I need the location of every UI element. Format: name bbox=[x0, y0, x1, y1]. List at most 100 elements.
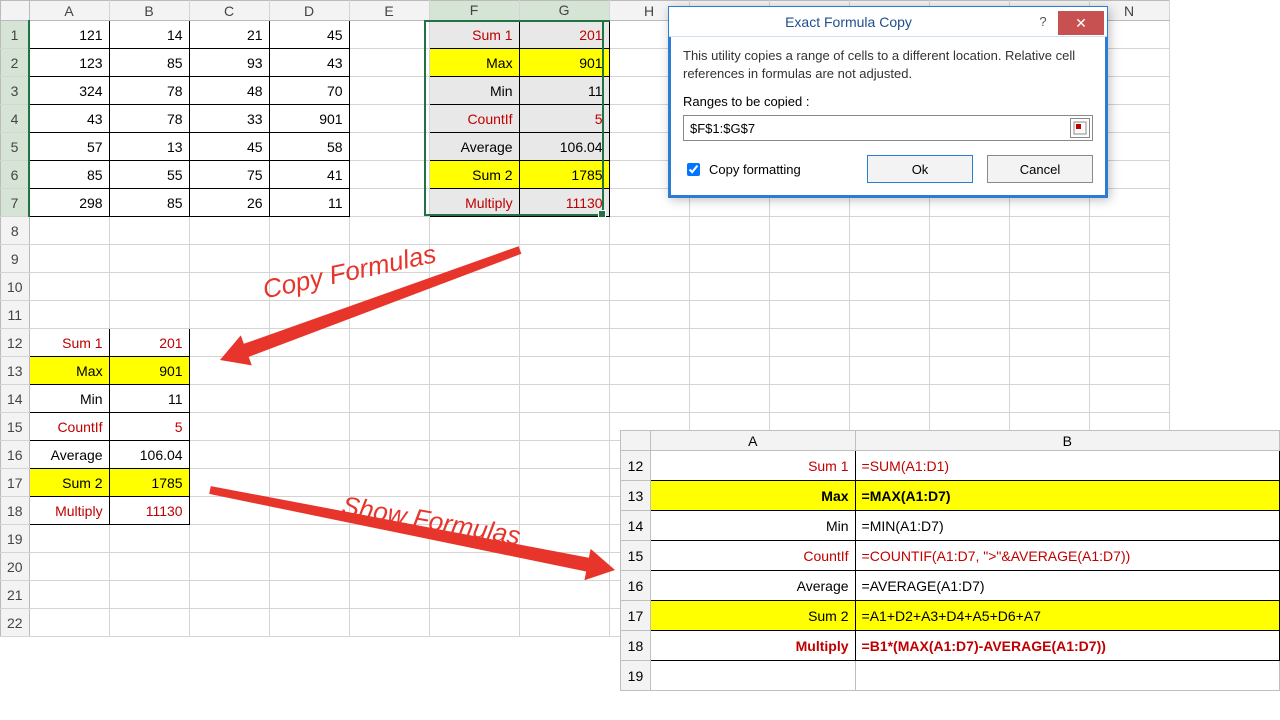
cell[interactable]: Average bbox=[429, 133, 519, 161]
cell[interactable]: 13 bbox=[109, 133, 189, 161]
row-header[interactable]: 6 bbox=[1, 161, 30, 189]
cell[interactable]: 26 bbox=[189, 189, 269, 217]
cell[interactable] bbox=[29, 273, 109, 301]
cell[interactable]: 21 bbox=[189, 21, 269, 49]
cell[interactable] bbox=[1089, 357, 1169, 385]
cell[interactable] bbox=[349, 385, 429, 413]
cell[interactable] bbox=[519, 609, 609, 637]
cell[interactable] bbox=[349, 553, 429, 581]
cell[interactable] bbox=[29, 609, 109, 637]
row-header[interactable]: 12 bbox=[621, 451, 651, 481]
cell[interactable]: 11130 bbox=[519, 189, 609, 217]
cell[interactable] bbox=[1009, 357, 1089, 385]
cell[interactable] bbox=[29, 525, 109, 553]
cell[interactable] bbox=[109, 301, 189, 329]
row-header[interactable]: 4 bbox=[1, 105, 30, 133]
row-header[interactable]: 11 bbox=[1, 301, 30, 329]
cell[interactable] bbox=[519, 273, 609, 301]
cell[interactable] bbox=[429, 357, 519, 385]
column-header[interactable]: D bbox=[269, 1, 349, 21]
row-header[interactable]: 9 bbox=[1, 245, 30, 273]
cell[interactable] bbox=[189, 301, 269, 329]
cell[interactable] bbox=[429, 497, 519, 525]
cell[interactable] bbox=[429, 469, 519, 497]
cell[interactable] bbox=[269, 497, 349, 525]
cell[interactable] bbox=[769, 357, 849, 385]
cell[interactable]: 70 bbox=[269, 77, 349, 105]
cell[interactable]: 85 bbox=[29, 161, 109, 189]
cell[interactable] bbox=[429, 413, 519, 441]
cell[interactable] bbox=[429, 329, 519, 357]
cell[interactable] bbox=[689, 217, 769, 245]
cell[interactable] bbox=[349, 77, 429, 105]
cell[interactable] bbox=[189, 357, 269, 385]
cell[interactable] bbox=[349, 273, 429, 301]
cell[interactable] bbox=[269, 609, 349, 637]
row-header[interactable]: 3 bbox=[1, 77, 30, 105]
cell[interactable] bbox=[349, 441, 429, 469]
cell[interactable] bbox=[109, 245, 189, 273]
cell[interactable] bbox=[609, 301, 689, 329]
cell[interactable] bbox=[109, 581, 189, 609]
ok-button[interactable]: Ok bbox=[867, 155, 973, 183]
cell[interactable] bbox=[849, 357, 929, 385]
cell[interactable]: 57 bbox=[29, 133, 109, 161]
cell[interactable] bbox=[1009, 217, 1089, 245]
cell[interactable] bbox=[519, 497, 609, 525]
cell[interactable]: 123 bbox=[29, 49, 109, 77]
cell[interactable] bbox=[349, 581, 429, 609]
cell[interactable]: 55 bbox=[109, 161, 189, 189]
cell[interactable] bbox=[189, 245, 269, 273]
cell[interactable]: =COUNTIF(A1:D7, ">"&AVERAGE(A1:D7)) bbox=[855, 541, 1279, 571]
cell[interactable]: 106.04 bbox=[519, 133, 609, 161]
cell[interactable]: 14 bbox=[109, 21, 189, 49]
row-header[interactable]: 7 bbox=[1, 189, 30, 217]
cell[interactable] bbox=[609, 329, 689, 357]
cell[interactable] bbox=[519, 581, 609, 609]
row-header[interactable]: 18 bbox=[1, 497, 30, 525]
cell[interactable] bbox=[1089, 245, 1169, 273]
cell[interactable]: 121 bbox=[29, 21, 109, 49]
cell[interactable] bbox=[689, 357, 769, 385]
cell[interactable] bbox=[429, 609, 519, 637]
cell[interactable] bbox=[1089, 329, 1169, 357]
cell[interactable] bbox=[29, 581, 109, 609]
cell[interactable]: 201 bbox=[519, 21, 609, 49]
cell[interactable] bbox=[189, 441, 269, 469]
cell[interactable]: Sum 1 bbox=[29, 329, 109, 357]
row-header[interactable]: 5 bbox=[1, 133, 30, 161]
cell[interactable]: 324 bbox=[29, 77, 109, 105]
row-header[interactable]: 21 bbox=[1, 581, 30, 609]
row-header[interactable]: 14 bbox=[1, 385, 30, 413]
cell[interactable] bbox=[609, 245, 689, 273]
column-header[interactable]: E bbox=[349, 1, 429, 21]
cell[interactable]: CountIf bbox=[29, 413, 109, 441]
cell[interactable] bbox=[189, 413, 269, 441]
cell[interactable] bbox=[689, 301, 769, 329]
cell[interactable] bbox=[349, 245, 429, 273]
column-header[interactable]: B bbox=[855, 431, 1279, 451]
row-header[interactable]: 2 bbox=[1, 49, 30, 77]
row-header[interactable]: 17 bbox=[621, 601, 651, 631]
cell[interactable]: 5 bbox=[109, 413, 189, 441]
row-header[interactable]: 20 bbox=[1, 553, 30, 581]
cell[interactable]: 85 bbox=[109, 189, 189, 217]
cell[interactable] bbox=[189, 469, 269, 497]
cell[interactable] bbox=[109, 553, 189, 581]
cell[interactable]: 75 bbox=[189, 161, 269, 189]
range-picker-icon[interactable] bbox=[1070, 118, 1090, 138]
row-header[interactable]: 19 bbox=[1, 525, 30, 553]
cell[interactable] bbox=[189, 273, 269, 301]
cell[interactable] bbox=[349, 357, 429, 385]
cell[interactable]: 11 bbox=[519, 77, 609, 105]
cell[interactable] bbox=[849, 273, 929, 301]
cell[interactable]: CountIf bbox=[429, 105, 519, 133]
cell[interactable]: Multiply bbox=[29, 497, 109, 525]
cell[interactable] bbox=[29, 217, 109, 245]
row-header[interactable]: 17 bbox=[1, 469, 30, 497]
cell[interactable] bbox=[1009, 385, 1089, 413]
row-header[interactable]: 1 bbox=[1, 21, 30, 49]
cell[interactable]: =MIN(A1:D7) bbox=[855, 511, 1279, 541]
cell[interactable] bbox=[519, 217, 609, 245]
cell[interactable] bbox=[769, 329, 849, 357]
